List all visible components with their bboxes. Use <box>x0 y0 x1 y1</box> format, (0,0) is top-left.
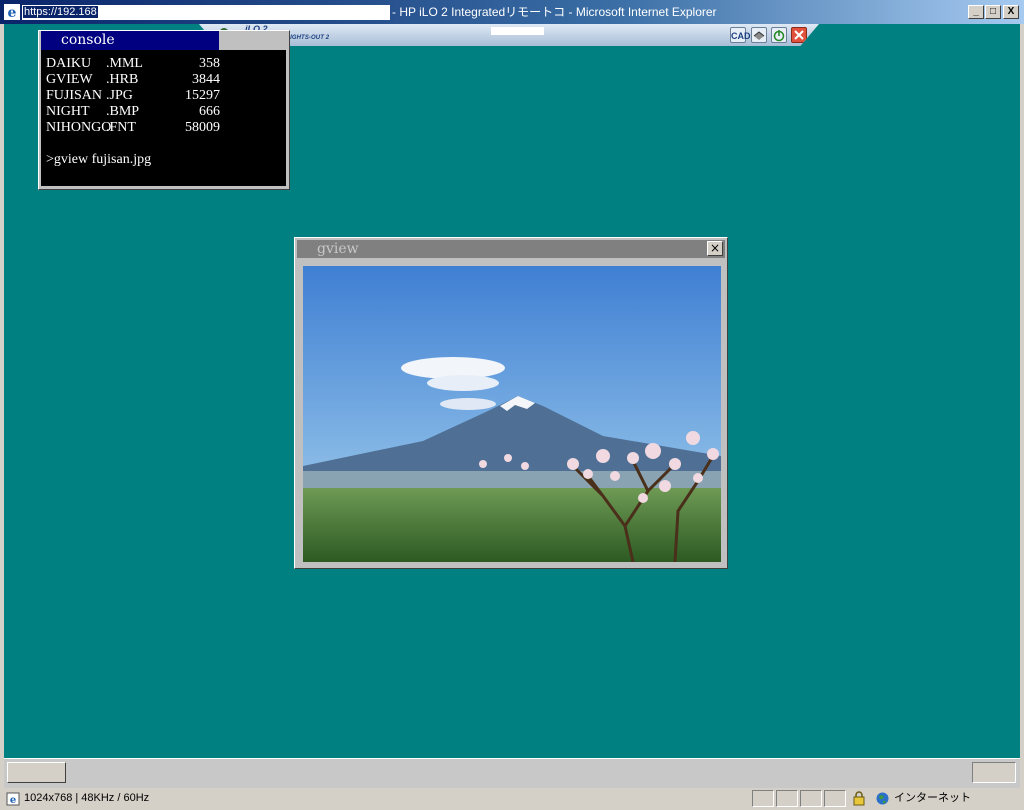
command-prompt[interactable]: >gview fujisan.jpg <box>46 152 286 168</box>
file-ext: .BMP <box>106 104 140 119</box>
ctrl-alt-del-icon[interactable]: CAD <box>730 27 751 43</box>
disk-icon[interactable] <box>751 27 767 43</box>
file-list-item: NIHONGO .FNT 58009 <box>46 120 286 136</box>
security-zone-label: インターネット <box>894 792 971 804</box>
file-name: GVIEW <box>46 72 93 87</box>
lock-icon[interactable] <box>852 791 866 806</box>
globe-icon <box>876 792 889 805</box>
address-field[interactable]: https://192.168 <box>22 5 390 20</box>
file-ext: .JPG <box>106 88 133 103</box>
gview-title: gview × <box>297 240 725 258</box>
svg-text:e: e <box>8 5 17 20</box>
internet-explorer-icon: e <box>4 4 20 20</box>
remote-keyboard-button[interactable] <box>7 762 66 783</box>
gview-window[interactable]: gview × <box>294 237 728 569</box>
remote-indicator <box>972 762 1016 783</box>
gview-close-button[interactable]: × <box>707 241 723 256</box>
file-size: 3844 <box>192 72 220 87</box>
browser-title-bar: e https://192.168 - HP iLO 2 Integratedリ… <box>0 0 1024 24</box>
window-title: - HP iLO 2 Integratedリモートコ - Microsoft I… <box>392 5 717 19</box>
status-pane <box>776 790 798 807</box>
address-text: https://192.168 <box>23 6 98 18</box>
status-pane <box>800 790 822 807</box>
ilo-toolbar: iLO 2 INTEGRATED LIGHTS-OUT 2 CAD <box>199 24 819 46</box>
power-icon[interactable] <box>771 27 787 43</box>
browser-status-bar: e 1024x768 | 48KHz / 60Hz インターネット <box>0 788 1024 810</box>
file-list-item: GVIEW .HRB 3844 <box>46 72 286 88</box>
file-size: 666 <box>199 104 220 119</box>
file-size: 15297 <box>185 88 220 103</box>
remote-console-screen[interactable]: iLO 2 INTEGRATED LIGHTS-OUT 2 CAD consol… <box>4 24 1020 758</box>
fuji-photo <box>303 266 721 562</box>
console-title: console <box>41 31 219 50</box>
page-icon: e <box>6 792 20 806</box>
file-name: DAIKU <box>46 56 92 71</box>
remote-status-strip <box>4 758 1020 788</box>
file-ext: .HRB <box>106 72 139 87</box>
file-size: 58009 <box>185 120 220 135</box>
file-ext: .MML <box>106 56 143 71</box>
svg-text:e: e <box>10 795 16 806</box>
status-pane <box>752 790 774 807</box>
file-list-item: DAIKU .MML 358 <box>46 56 286 72</box>
close-icon[interactable] <box>791 27 807 43</box>
maximize-button[interactable]: □ <box>985 5 1001 19</box>
console-window[interactable]: console DAIKU .MML 358 GVIEW .HRB 3844 F… <box>38 30 290 190</box>
status-text: 1024x768 | 48KHz / 60Hz <box>24 792 150 804</box>
minimize-button[interactable]: _ <box>968 5 984 19</box>
ilo-info-field <box>491 27 544 35</box>
file-name: NIGHT <box>46 104 90 119</box>
file-name: NIHONGO <box>46 120 112 135</box>
file-ext: .FNT <box>106 120 136 135</box>
console-output: DAIKU .MML 358 GVIEW .HRB 3844 FUJISAN .… <box>41 50 286 186</box>
file-list-item: FUJISAN .JPG 15297 <box>46 88 286 104</box>
file-size: 358 <box>199 56 220 71</box>
close-button[interactable]: X <box>1003 5 1019 19</box>
file-name: FUJISAN <box>46 88 103 103</box>
status-pane <box>824 790 846 807</box>
gview-title-text: gview <box>317 241 359 257</box>
file-list-item: NIGHT .BMP 666 <box>46 104 286 120</box>
